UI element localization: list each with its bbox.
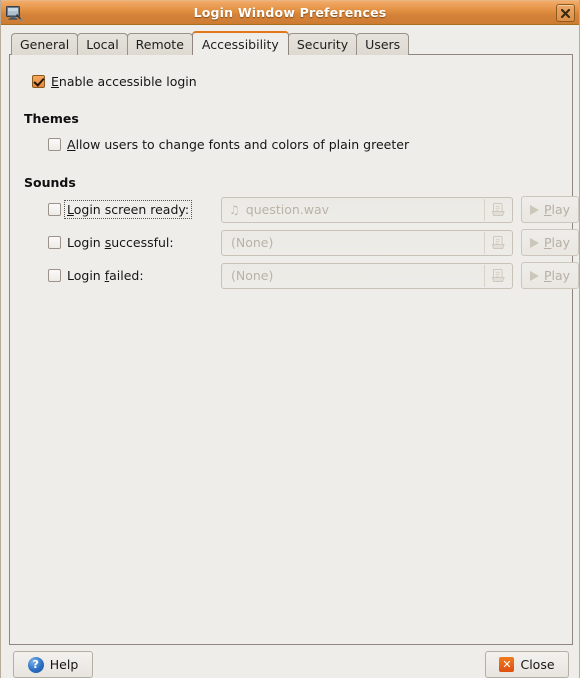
login-successful-label: Login successful: (67, 235, 174, 250)
allow-users-row[interactable]: Allow users to change fonts and colors o… (48, 135, 558, 153)
music-note-icon: ♫ (229, 202, 240, 217)
help-circle-icon: ? (27, 656, 44, 673)
play-label-rest-2: lay (551, 268, 571, 283)
enable-accessible-login-label: Enable accessible login (51, 74, 197, 89)
accessibility-panel: Enable accessible login Themes Allow use… (9, 54, 579, 645)
login-screen-ready-file-value: question.wav (245, 202, 330, 217)
login-screen-ready-label: Login screen ready: (63, 200, 193, 219)
file-open-icon[interactable] (485, 264, 512, 288)
themes-heading: Themes (24, 111, 79, 126)
enable-accessible-login-checkbox[interactable] (32, 74, 45, 88)
login-failed-checkbox[interactable] (48, 269, 61, 282)
play-triangle-icon (529, 204, 539, 215)
tab-users[interactable]: Users (356, 33, 410, 55)
login-screen-ready-file-chooser[interactable]: ♫ question.wav (221, 196, 513, 223)
play-mnemonic-0: P (543, 202, 552, 217)
play-mnemonic-1: P (543, 235, 552, 250)
login-successful-play-label: Play (544, 235, 570, 250)
login-successful-file-chooser[interactable]: (None) (221, 229, 513, 256)
login-screen-ready-label-rest: ogin screen ready: (73, 202, 190, 217)
tab-general[interactable]: General (11, 33, 79, 55)
login-failed-label: Login failed: (67, 268, 144, 283)
enable-accessible-login-row[interactable]: Enable accessible login (32, 72, 558, 90)
play-label-rest-0: lay (551, 202, 571, 217)
login-failed-play-button[interactable]: Play (521, 262, 579, 289)
allow-users-label-rest: llow users to change fonts and colors of… (75, 136, 410, 152)
window-close-icon[interactable] (556, 4, 575, 22)
login-successful-check-group[interactable]: Login successful: (48, 235, 221, 250)
login-screen-ready-play-label: Play (544, 202, 570, 217)
login-successful-play-button[interactable]: Play (521, 229, 579, 256)
login-screen-ready-mnemonic: L (67, 202, 74, 217)
enable-accessible-login-mnemonic: E (51, 73, 59, 89)
dialog-action-area: ? Help ✕ Close (1, 651, 580, 678)
login-successful-file-value: (None) (231, 235, 274, 250)
login-failed-play-label: Play (544, 268, 570, 283)
allow-users-label: Allow users to change fonts and colors o… (67, 137, 409, 152)
help-button[interactable]: ? Help (13, 651, 93, 678)
login-screen-ready-play-button[interactable]: Play (521, 196, 579, 223)
tab-accessibility[interactable]: Accessibility (191, 31, 289, 55)
tab-security[interactable]: Security (287, 33, 358, 55)
sounds-heading: Sounds (24, 175, 76, 190)
login-failed-file-chooser[interactable]: (None) (221, 262, 513, 289)
login-screen-ready-checkbox[interactable] (48, 203, 61, 216)
sound-row-login-screen-ready: Login screen ready: ♫ question.wav Play (48, 196, 579, 223)
login-successful-label-prefix: Login (67, 235, 105, 250)
login-window-preferences-window: Login Window Preferences General Local R… (0, 0, 580, 678)
file-open-icon[interactable] (485, 198, 512, 222)
login-window-icon (5, 4, 23, 22)
login-failed-check-group[interactable]: Login failed: (48, 268, 221, 283)
play-label-rest-1: lay (551, 235, 571, 250)
tab-remote[interactable]: Remote (126, 33, 193, 55)
sound-row-login-failed: Login failed: (None) Play (48, 262, 579, 289)
window-title: Login Window Preferences (193, 5, 387, 20)
tab-strip: General Local Remote Accessibility Secur… (9, 31, 573, 55)
close-button[interactable]: ✕ Close (485, 651, 569, 678)
login-failed-file-value: (None) (231, 268, 274, 283)
help-button-label: Help (49, 657, 79, 672)
titlebar: Login Window Preferences (1, 0, 579, 25)
login-failed-label-prefix: Login (67, 268, 105, 283)
login-screen-ready-check-group[interactable]: Login screen ready: (48, 200, 221, 219)
login-failed-label-rest: ailed: (109, 268, 144, 283)
login-successful-checkbox[interactable] (48, 236, 61, 249)
play-triangle-icon (529, 237, 539, 248)
login-successful-label-rest: uccessful: (111, 235, 174, 250)
close-x-icon: ✕ (499, 657, 515, 672)
play-mnemonic-2: P (543, 268, 552, 283)
sound-row-login-successful: Login successful: (None) Play (48, 229, 579, 256)
allow-users-checkbox[interactable] (48, 137, 61, 151)
close-button-label: Close (520, 657, 555, 672)
allow-users-mnemonic: A (67, 136, 76, 152)
play-triangle-icon (529, 270, 539, 281)
tab-local[interactable]: Local (77, 33, 128, 55)
preferences-notebook: General Local Remote Accessibility Secur… (9, 31, 579, 645)
enable-accessible-login-label-rest: nable accessible login (58, 73, 197, 89)
file-open-icon[interactable] (485, 231, 512, 255)
